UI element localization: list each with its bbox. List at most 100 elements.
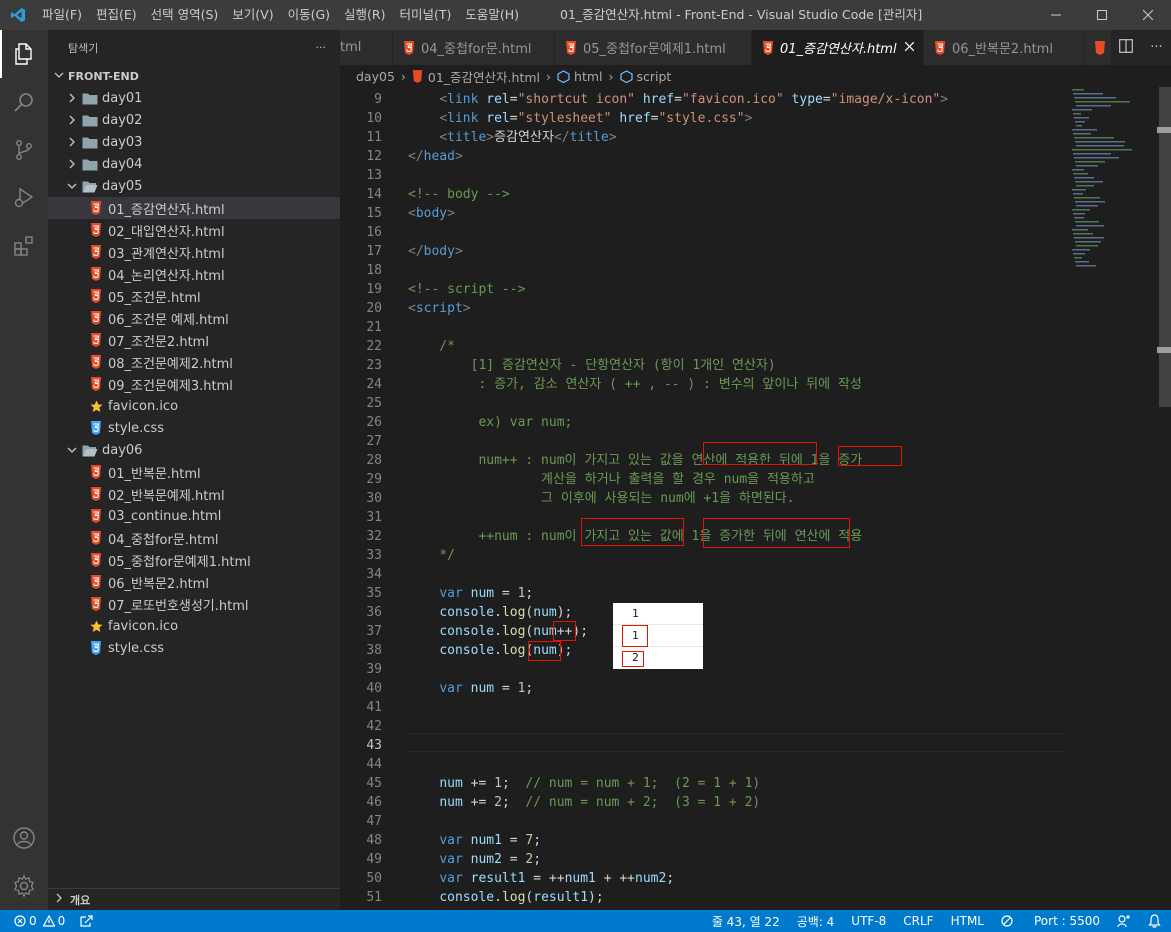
explorer-icon[interactable]: [0, 30, 48, 78]
search-icon[interactable]: [0, 78, 48, 126]
scrollbar-thumb[interactable]: [1159, 87, 1171, 407]
run-debug-icon[interactable]: [0, 174, 48, 222]
code-line[interactable]: 19 <!-- script -->: [340, 280, 1064, 299]
code-line[interactable]: 49 var num2 = 2;: [340, 850, 1064, 869]
code-line[interactable]: 14 <!-- body -->: [340, 185, 1064, 204]
live-share-icon[interactable]: [79, 914, 93, 928]
code-line[interactable]: 42: [340, 717, 1064, 736]
code-line[interactable]: 24 : 증가, 감소 연산자 ( ++ , -- ) : 변수의 앞이나 뒤에…: [340, 375, 1064, 394]
code-line[interactable]: 12 </head>: [340, 147, 1064, 166]
code-line[interactable]: 22 /*: [340, 337, 1064, 356]
code-line[interactable]: 17 </body>: [340, 242, 1064, 261]
file-item[interactable]: 02_반복문예제.html: [48, 483, 340, 505]
outline-section[interactable]: 개요: [48, 888, 340, 910]
file-item[interactable]: 09_조건문예제3.html: [48, 373, 340, 395]
tab-01-increment-operator[interactable]: 01_증감연산자.html: [752, 30, 924, 65]
code-line[interactable]: 13: [340, 166, 1064, 185]
minimize-button[interactable]: [1033, 0, 1079, 30]
more-actions-icon[interactable]: ···: [1150, 40, 1162, 55]
code-line[interactable]: 41: [340, 698, 1064, 717]
file-item[interactable]: 07_조건문2.html: [48, 329, 340, 351]
menu-view[interactable]: 보기(V): [225, 0, 280, 30]
end-of-line[interactable]: CRLF: [903, 914, 933, 928]
tab-partial[interactable]: tml: [340, 30, 393, 65]
file-item[interactable]: 01_반복문.html: [48, 461, 340, 483]
file-item[interactable]: 03_continue.html: [48, 505, 340, 527]
code-line[interactable]: 34: [340, 565, 1064, 584]
code-line[interactable]: 21: [340, 318, 1064, 337]
editor-scrollbar[interactable]: [1157, 87, 1171, 910]
file-item[interactable]: favicon.ico: [48, 615, 340, 637]
code-line[interactable]: 26 ex) var num;: [340, 413, 1064, 432]
code-line[interactable]: 35 var num = 1;: [340, 584, 1064, 603]
tab-overflow[interactable]: [1084, 30, 1114, 65]
code-line[interactable]: 27: [340, 432, 1064, 451]
menu-edit[interactable]: 편집(E): [89, 0, 144, 30]
code-line[interactable]: 48 var num1 = 7;: [340, 831, 1064, 850]
code-line[interactable]: 9 <link rel="shortcut icon" href="favico…: [340, 90, 1064, 109]
file-item[interactable]: style.css: [48, 417, 340, 439]
tab-04-nested-for[interactable]: 04_중첩for문.html: [393, 30, 555, 65]
file-item[interactable]: 04_논리연산자.html: [48, 263, 340, 285]
code-line[interactable]: 46 num += 2; // num = num + 2; (3 = 1 + …: [340, 793, 1064, 812]
tab-06-loop2[interactable]: 06_반복문2.html: [924, 30, 1084, 65]
code-line[interactable]: 18: [340, 261, 1064, 280]
maximize-button[interactable]: [1079, 0, 1125, 30]
minimap[interactable]: [1064, 87, 1157, 287]
menu-run[interactable]: 실행(R): [337, 0, 392, 30]
workspace-root[interactable]: FRONT-END: [48, 65, 340, 87]
file-item[interactable]: style.css: [48, 637, 340, 659]
file-item[interactable]: 07_로또번호생성기.html: [48, 593, 340, 615]
tab-05-nested-for-example[interactable]: 05_중첩for문예제1.html: [555, 30, 752, 65]
more-actions-button[interactable]: ···: [316, 41, 327, 54]
close-window-button[interactable]: [1125, 0, 1171, 30]
indentation[interactable]: 공백: 4: [797, 913, 835, 930]
file-item[interactable]: 04_중첩for문.html: [48, 527, 340, 549]
breadcrumb-node-html[interactable]: html: [574, 69, 602, 84]
code-line[interactable]: 29 계산을 하거나 출력을 할 경우 num을 적용하고: [340, 470, 1064, 489]
file-item[interactable]: 05_조건문.html: [48, 285, 340, 307]
code-line[interactable]: 47: [340, 812, 1064, 831]
live-server-port[interactable]: Port : 5500: [1001, 914, 1100, 928]
code-line[interactable]: 32 ++num : num이 가지고 있는 값에 1을 증가한 뒤에 연산에 …: [340, 527, 1064, 546]
file-item[interactable]: 06_반복문2.html: [48, 571, 340, 593]
code-line[interactable]: 45 num += 1; // num = num + 1; (2 = 1 + …: [340, 774, 1064, 793]
menu-terminal[interactable]: 터미널(T): [393, 0, 459, 30]
code-line[interactable]: 25: [340, 394, 1064, 413]
cursor-position[interactable]: 줄 43, 열 22: [712, 913, 780, 930]
code-line[interactable]: 33 */: [340, 546, 1064, 565]
folder-item[interactable]: day05: [48, 175, 340, 197]
breadcrumb-file[interactable]: 01_증감연산자.html: [428, 67, 540, 86]
feedback-icon[interactable]: [1117, 914, 1131, 928]
code-line[interactable]: 30 그 이후에 사용되는 num에 +1을 하면된다.: [340, 489, 1064, 508]
source-control-icon[interactable]: [0, 126, 48, 174]
folder-item[interactable]: day04: [48, 153, 340, 175]
file-item[interactable]: 01_증감연산자.html: [48, 197, 340, 219]
folder-item[interactable]: day02: [48, 109, 340, 131]
code-line[interactable]: 44: [340, 755, 1064, 774]
folder-item[interactable]: day06: [48, 439, 340, 461]
code-line[interactable]: 23 [1] 증감연산자 - 단항연산자 (항이 1개인 연산자): [340, 356, 1064, 375]
code-line[interactable]: 10 <link rel="stylesheet" href="style.cs…: [340, 109, 1064, 128]
menu-go[interactable]: 이동(G): [281, 0, 337, 30]
extensions-icon[interactable]: [0, 222, 48, 270]
code-line[interactable]: 51 console.log(result1);: [340, 888, 1064, 907]
error-icon[interactable]: [14, 915, 26, 927]
file-item[interactable]: 05_중첩for문예제1.html: [48, 549, 340, 571]
menu-selection[interactable]: 선택 영역(S): [144, 0, 226, 30]
file-item[interactable]: 08_조건문예제2.html: [48, 351, 340, 373]
split-editor-icon[interactable]: [1119, 38, 1134, 57]
code-line[interactable]: 11 <title>증감연산자</title>: [340, 128, 1064, 147]
menu-file[interactable]: 파일(F): [35, 0, 89, 30]
code-line[interactable]: 28 num++ : num이 가지고 있는 값을 연산에 적용한 뒤에 1을 …: [340, 451, 1064, 470]
code-line[interactable]: 50 var result1 = ++num1 + ++num2;: [340, 869, 1064, 888]
close-tab-icon[interactable]: [904, 40, 915, 55]
encoding[interactable]: UTF-8: [851, 914, 886, 928]
file-item[interactable]: 06_조건문 예제.html: [48, 307, 340, 329]
code-line[interactable]: 40 var num = 1;: [340, 679, 1064, 698]
notifications-bell-icon[interactable]: [1148, 914, 1161, 928]
code-line[interactable]: 15 <body>: [340, 204, 1064, 223]
file-item[interactable]: 03_관계연산자.html: [48, 241, 340, 263]
folder-item[interactable]: day03: [48, 131, 340, 153]
code-editor[interactable]: 9 <link rel="shortcut icon" href="favico…: [340, 87, 1171, 910]
